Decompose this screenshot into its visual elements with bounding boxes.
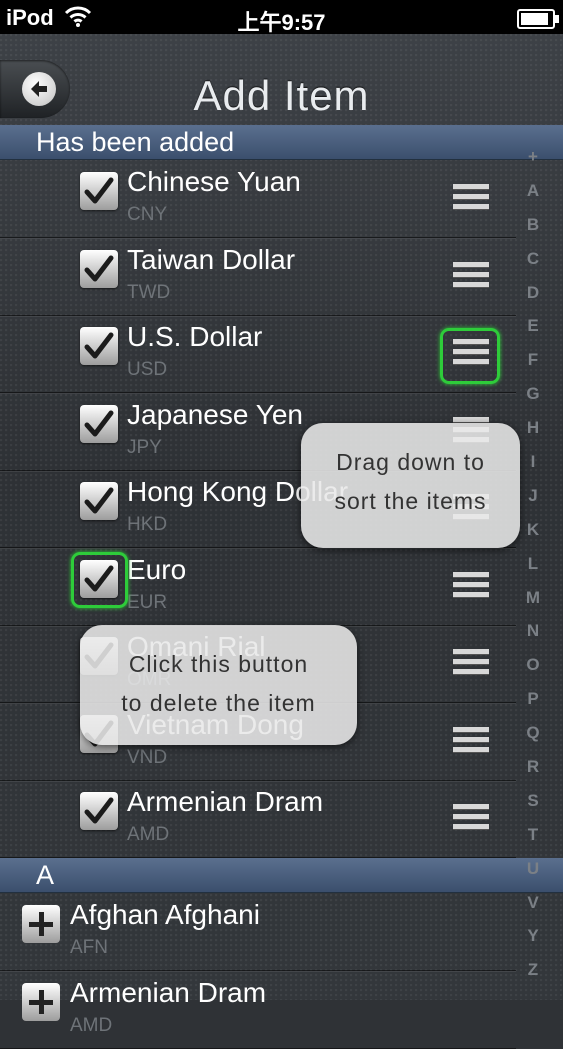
checkbox-highlight bbox=[71, 552, 128, 608]
index-letter[interactable]: B bbox=[516, 208, 550, 242]
checkbox-checked-icon[interactable] bbox=[80, 482, 118, 520]
reorder-handle-icon[interactable] bbox=[453, 261, 489, 290]
reorder-handle-highlight bbox=[440, 328, 500, 384]
index-letter[interactable]: U bbox=[516, 852, 550, 886]
checkbox-checked-icon[interactable] bbox=[80, 327, 118, 365]
item-name: Euro bbox=[127, 553, 187, 585]
index-letter[interactable]: G bbox=[516, 377, 550, 411]
sort-tooltip-line-1: Drag down to bbox=[336, 449, 485, 475]
index-letter[interactable]: V bbox=[516, 886, 550, 920]
index-letter[interactable]: I bbox=[516, 445, 550, 479]
index-letter[interactable]: T bbox=[516, 818, 550, 852]
item-code: HKD bbox=[127, 514, 168, 535]
index-letter[interactable]: Y bbox=[516, 919, 550, 953]
item-code: JPY bbox=[127, 436, 162, 458]
reorder-handle-icon[interactable] bbox=[453, 804, 489, 832]
index-letter[interactable]: N bbox=[516, 614, 550, 648]
checkbox-checked-icon[interactable] bbox=[80, 404, 118, 443]
index-letter[interactable]: E bbox=[516, 309, 550, 343]
battery-icon bbox=[517, 9, 559, 29]
index-letter[interactable]: M bbox=[516, 581, 550, 615]
list-item[interactable]: Armenian Dram AMD bbox=[0, 971, 516, 1049]
index-letter[interactable]: J bbox=[516, 479, 550, 513]
index-letter[interactable]: A bbox=[516, 174, 550, 208]
item-code: VND bbox=[127, 746, 168, 768]
list-item[interactable]: Afghan Afghani AFN bbox=[0, 893, 516, 971]
section-header-added: Has been added bbox=[0, 125, 563, 159]
item-name: Chinese Yuan bbox=[127, 166, 301, 197]
reorder-handle-icon[interactable] bbox=[453, 571, 489, 600]
status-bar: iPod 上午9:57 bbox=[0, 0, 563, 35]
item-code: AMD bbox=[70, 1014, 113, 1036]
checkbox-checked-icon[interactable] bbox=[80, 249, 118, 288]
index-letter[interactable]: D bbox=[516, 276, 550, 310]
item-code: EUR bbox=[127, 591, 168, 613]
index-letter[interactable]: K bbox=[516, 513, 550, 547]
page-title: Add Item bbox=[193, 72, 370, 119]
item-code: AMD bbox=[127, 824, 170, 845]
reorder-handle-icon[interactable] bbox=[453, 649, 489, 677]
item-code: USD bbox=[127, 359, 168, 380]
index-letter[interactable]: S bbox=[516, 784, 550, 818]
item-name: Taiwan Dollar bbox=[127, 243, 296, 275]
sort-tooltip: Drag down to sort the items bbox=[301, 423, 520, 548]
section-header-a: A bbox=[0, 858, 563, 892]
list-item[interactable]: Armenian Dram AMD bbox=[0, 780, 516, 858]
item-name: Armenian Dram bbox=[70, 976, 267, 1008]
list-item[interactable]: Chinese Yuan CNY bbox=[0, 160, 516, 238]
reorder-handle-icon[interactable] bbox=[453, 184, 489, 212]
checkbox-checked-icon[interactable] bbox=[80, 172, 118, 210]
list-item[interactable]: Taiwan Dollar TWD bbox=[0, 238, 516, 316]
checkbox-checked-icon[interactable] bbox=[80, 792, 118, 830]
item-code: AFN bbox=[70, 937, 108, 958]
sort-tooltip-line-2: sort the items bbox=[334, 488, 487, 514]
alphabet-index[interactable]: + A B C D E F G H I J K L M N O P Q R S T U V Y Z bbox=[516, 140, 550, 987]
index-letter[interactable]: C bbox=[516, 242, 550, 276]
item-name: Japanese Yen bbox=[127, 398, 303, 430]
index-letter[interactable]: R bbox=[516, 750, 550, 784]
item-name: Armenian Dram bbox=[127, 786, 324, 817]
list-item[interactable]: U.S. Dollar USD bbox=[0, 315, 516, 393]
item-name: Afghan Afghani bbox=[70, 899, 260, 930]
index-letter[interactable]: Z bbox=[516, 953, 550, 987]
index-letter[interactable]: Q bbox=[516, 716, 550, 750]
index-letter[interactable]: P bbox=[516, 682, 550, 716]
item-code: CNY bbox=[127, 204, 168, 225]
index-letter[interactable]: L bbox=[516, 547, 550, 581]
delete-tooltip: Click this button to delete the item bbox=[80, 625, 357, 745]
index-letter[interactable]: F bbox=[516, 343, 550, 377]
item-name: U.S. Dollar bbox=[127, 321, 263, 352]
index-letter[interactable]: + bbox=[516, 140, 550, 174]
clock: 上午9:57 bbox=[237, 10, 326, 35]
item-code: TWD bbox=[127, 281, 171, 303]
add-plus-icon[interactable] bbox=[22, 905, 60, 943]
delete-tooltip-line-2: to delete the item bbox=[121, 690, 316, 716]
index-letter[interactable]: H bbox=[516, 411, 550, 445]
reorder-handle-icon[interactable] bbox=[453, 726, 489, 755]
delete-tooltip-line-1: Click this button bbox=[128, 651, 309, 677]
add-plus-icon[interactable] bbox=[22, 982, 60, 1021]
index-letter[interactable]: O bbox=[516, 648, 550, 682]
